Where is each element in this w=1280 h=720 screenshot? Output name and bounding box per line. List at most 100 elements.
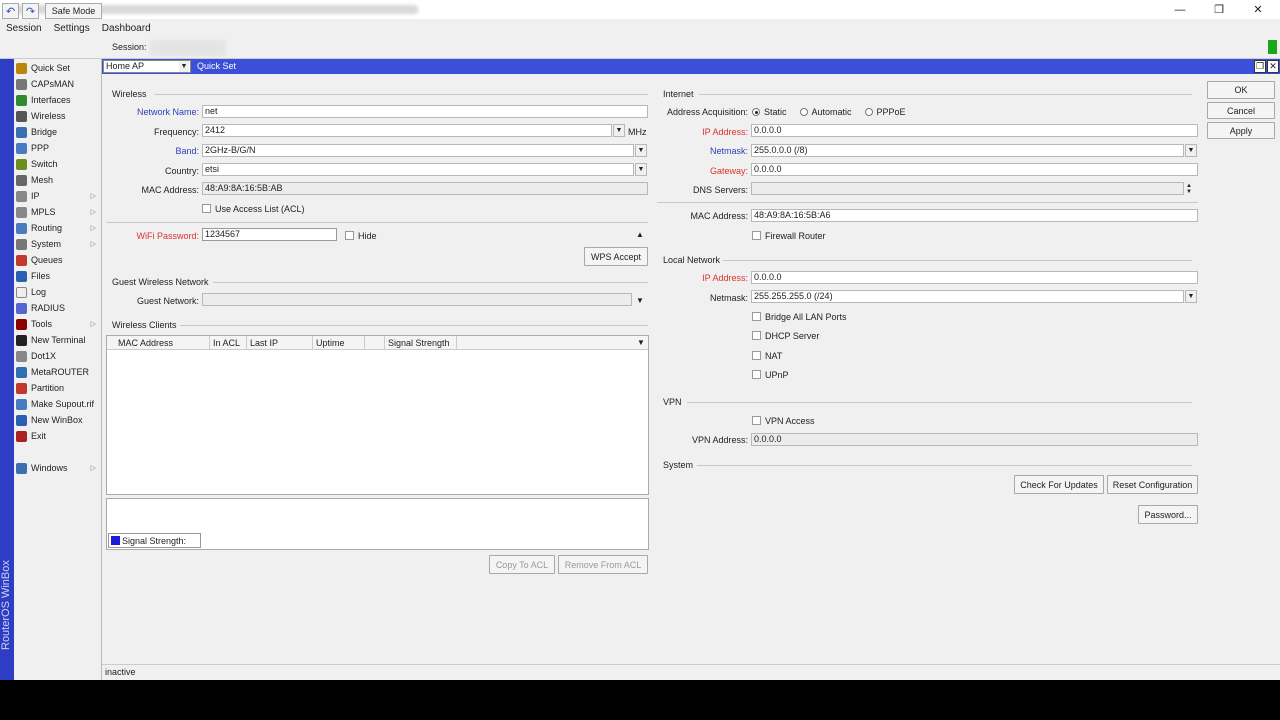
columns-menu-icon[interactable]: ▼ <box>637 338 645 347</box>
session-field[interactable] <box>150 40 226 56</box>
sidebar-item-dot1x[interactable]: Dot1X <box>16 348 102 364</box>
frequency-field[interactable]: 2412 <box>202 124 612 137</box>
band-field[interactable]: 2GHz-B/G/N <box>202 144 634 157</box>
sidebar-item-mesh[interactable]: Mesh <box>16 172 102 188</box>
radio-static[interactable] <box>752 108 760 116</box>
sidebar-item-ip[interactable]: IP ▷ <box>16 188 102 204</box>
collapse-up-icon[interactable]: ▲ <box>636 230 644 239</box>
country-dropdown-icon[interactable]: ▼ <box>635 163 647 176</box>
clients-table[interactable] <box>106 335 649 495</box>
mode-select[interactable]: Home AP <box>103 60 191 73</box>
sidebar-item-label: New Terminal <box>31 335 86 345</box>
letterbox-bar <box>0 680 1280 720</box>
gateway-field[interactable]: 0.0.0.0 <box>751 163 1198 176</box>
internet-netmask-field[interactable]: 255.0.0.0 (/8) <box>751 144 1184 157</box>
sidebar-item-partition[interactable]: Partition <box>16 380 102 396</box>
nat-checkbox[interactable] <box>752 351 761 360</box>
partition-icon <box>16 382 27 394</box>
sidebar-item-routing[interactable]: Routing ▷ <box>16 220 102 236</box>
menu-session[interactable]: Session <box>6 23 42 34</box>
sidebar-item-new-winbox[interactable]: New WinBox <box>16 412 102 428</box>
band-dropdown-icon[interactable]: ▼ <box>635 144 647 157</box>
sidebar-item-quick-set[interactable]: Quick Set <box>16 60 102 76</box>
sidebar-item-queues[interactable]: Queues <box>16 252 102 268</box>
password-button[interactable]: Password... <box>1138 505 1198 524</box>
sidebar-item-label: New WinBox <box>31 415 83 425</box>
sidebar-item-make-supout-rif[interactable]: Make Supout.rif <box>16 396 102 412</box>
netmask-dropdown-icon[interactable]: ▼ <box>1185 144 1197 157</box>
dhcp-checkbox[interactable] <box>752 331 761 340</box>
windows-icon <box>16 462 27 474</box>
remove-from-acl-button[interactable]: Remove From ACL <box>558 555 648 574</box>
frequency-dropdown-icon[interactable]: ▼ <box>613 124 625 137</box>
copy-to-acl-button[interactable]: Copy To ACL <box>489 555 555 574</box>
window-restore-icon[interactable]: ❐ <box>1254 60 1266 73</box>
menu-dashboard[interactable]: Dashboard <box>102 23 151 34</box>
undo-icon: ↶ <box>5 5 16 18</box>
upnp-checkbox[interactable] <box>752 370 761 379</box>
firewall-checkbox[interactable] <box>752 231 761 240</box>
sidebar-item-exit[interactable]: Exit <box>16 428 102 444</box>
sidebar-item-bridge[interactable]: Bridge <box>16 124 102 140</box>
maximize-button[interactable]: ❐ <box>1199 0 1239 19</box>
sidebar-item-tools[interactable]: Tools ▷ <box>16 316 102 332</box>
sidebar-item-label: Exit <box>31 431 47 441</box>
close-window-button[interactable]: ✕ <box>1238 0 1278 19</box>
ok-button[interactable]: OK <box>1207 81 1275 99</box>
sidebar-item-new-terminal[interactable]: New Terminal <box>16 332 102 348</box>
check-updates-button[interactable]: Check For Updates <box>1014 475 1104 494</box>
sidebar-item-interfaces[interactable]: Interfaces <box>16 92 102 108</box>
internet-ip-field[interactable]: 0.0.0.0 <box>751 124 1198 137</box>
sidebar-item-capsman[interactable]: CAPsMAN <box>16 76 102 92</box>
wifi-password-field[interactable]: 1234567 <box>202 228 337 241</box>
menu-settings[interactable]: Settings <box>54 23 90 34</box>
sidebar-item-log[interactable]: Log <box>16 284 102 300</box>
mesh-icon <box>16 174 27 186</box>
sidebar-item-label: Mesh <box>31 175 54 185</box>
radio-automatic[interactable] <box>799 108 808 116</box>
sidebar-item-files[interactable]: Files <box>16 268 102 284</box>
chevron-down-icon[interactable]: ▼ <box>179 61 189 72</box>
local-netmask-field[interactable]: 255.255.255.0 (/24) <box>751 290 1184 303</box>
hide-checkbox[interactable] <box>345 231 354 240</box>
col-last-ip[interactable]: Last IP <box>247 336 313 350</box>
dns-spinner-icon[interactable]: ▲ ▼ <box>1186 183 1192 195</box>
country-field[interactable]: etsi <box>202 163 634 176</box>
sidebar-item-radius[interactable]: RADIUS <box>16 300 102 316</box>
local-netmask-dropdown-icon[interactable]: ▼ <box>1185 290 1197 303</box>
reset-configuration-button[interactable]: Reset Configuration <box>1107 475 1198 494</box>
sidebar-item-switch[interactable]: Switch <box>16 156 102 172</box>
col-blank[interactable] <box>365 336 385 350</box>
apply-button[interactable]: Apply <box>1207 122 1275 139</box>
redo-button[interactable]: ↷ <box>22 3 39 19</box>
col-uptime[interactable]: Uptime <box>313 336 365 350</box>
radio-pppoe[interactable] <box>864 108 873 116</box>
sidebar-item-wireless[interactable]: Wireless <box>16 108 102 124</box>
acquisition-label: Address Acquisition: <box>666 107 748 117</box>
col-signal-strength[interactable]: Signal Strength <box>385 336 457 350</box>
network-name-field[interactable]: net <box>202 105 648 118</box>
safe-mode-button[interactable]: Safe Mode <box>45 3 102 19</box>
internet-mac-field[interactable]: 48:A9:8A:16:5B:A6 <box>751 209 1198 222</box>
acl-checkbox[interactable] <box>202 204 211 213</box>
guest-network-label: Guest Network: <box>136 296 199 306</box>
dns-field[interactable] <box>751 182 1184 195</box>
guest-network-field[interactable] <box>202 293 632 306</box>
expand-down-icon[interactable]: ▼ <box>636 296 644 305</box>
sidebar-item-mpls[interactable]: MPLS ▷ <box>16 204 102 220</box>
window-close-icon[interactable]: ✕ <box>1267 60 1279 73</box>
vpn-access-checkbox[interactable] <box>752 416 761 425</box>
sidebar-item-windows[interactable]: Windows ▷ <box>16 460 102 476</box>
cancel-button[interactable]: Cancel <box>1207 102 1275 119</box>
sidebar-item-metarouter[interactable]: MetaROUTER <box>16 364 102 380</box>
sidebar-item-ppp[interactable]: PPP <box>16 140 102 156</box>
minimize-button[interactable]: — <box>1160 0 1200 19</box>
undo-button[interactable]: ↶ <box>2 3 19 19</box>
col-in-acl[interactable]: In ACL <box>210 336 247 350</box>
bridge-all-checkbox[interactable] <box>752 312 761 321</box>
sidebar-item-system[interactable]: System ▷ <box>16 236 102 252</box>
wps-accept-button[interactable]: WPS Accept <box>584 247 648 266</box>
status-bar: inactive <box>102 664 1280 680</box>
local-ip-field[interactable]: 0.0.0.0 <box>751 271 1198 284</box>
col-mac-address[interactable]: MAC Address <box>115 336 210 350</box>
